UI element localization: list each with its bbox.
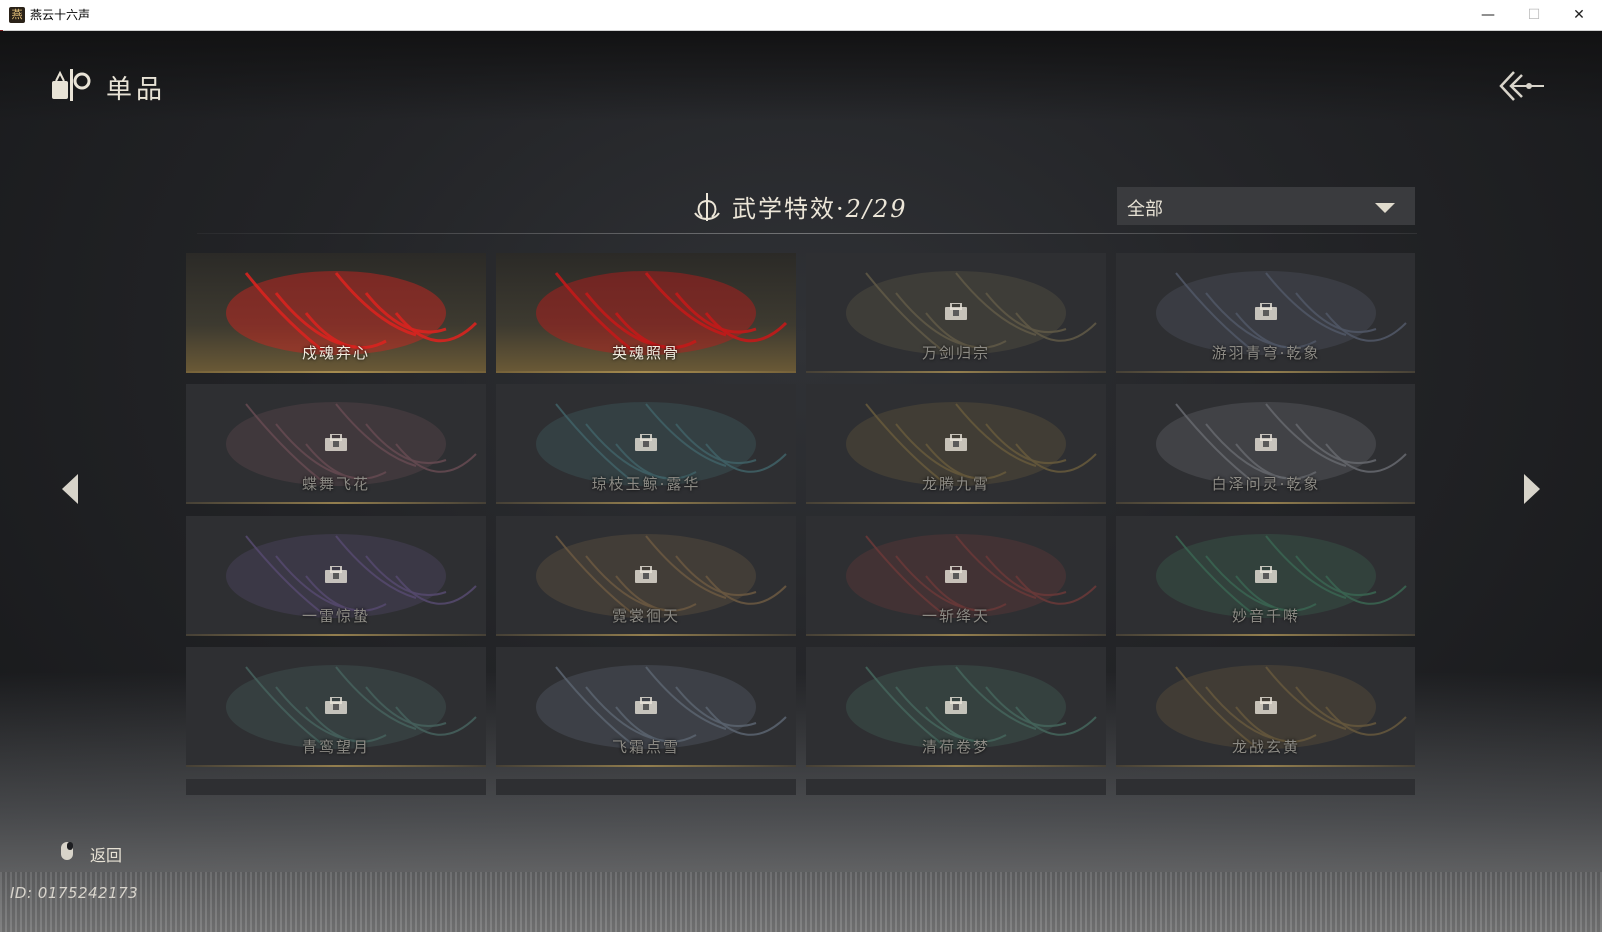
- lock-icon: [1255, 303, 1277, 320]
- lock-icon: [945, 434, 967, 451]
- section-divider: [197, 233, 1417, 234]
- effect-card-name: 一斩绛天: [921, 607, 990, 625]
- lock-icon: [945, 303, 967, 320]
- effect-card-name: 戍魂弃心: [301, 344, 370, 362]
- next-page-arrow-icon[interactable]: [1520, 472, 1544, 506]
- lock-icon: [635, 434, 657, 451]
- window-titlebar: 燕 燕云十六声 — ☐ ✕: [0, 0, 1602, 31]
- effect-card-name: 青鸾望月: [301, 738, 370, 756]
- effect-card-name: 蝶舞飞花: [301, 475, 370, 493]
- back-label: 返回: [90, 846, 123, 865]
- effect-card[interactable]: 游羽青穹·乾象: [1116, 253, 1415, 373]
- effect-card[interactable]: 清荷卷梦: [806, 647, 1106, 767]
- close-button[interactable]: ✕: [1556, 0, 1602, 30]
- effect-card[interactable]: 青鸾望月: [186, 647, 486, 767]
- effect-card[interactable]: 万剑归宗: [806, 253, 1106, 373]
- snow-ground: [0, 872, 1602, 932]
- effect-card[interactable]: 英魂照骨: [496, 253, 796, 373]
- effect-artwork: [806, 779, 1106, 795]
- lock-icon: [1255, 697, 1277, 714]
- effect-card-name: 白泽问灵·乾象: [1211, 475, 1321, 493]
- effect-card[interactable]: 一斩绛天: [806, 516, 1106, 636]
- previous-page-arrow-icon[interactable]: [58, 472, 82, 506]
- page-title: 单品: [106, 75, 167, 105]
- effect-card[interactable]: [806, 779, 1106, 795]
- shop-items-icon: [52, 69, 91, 101]
- effect-card[interactable]: 霓裳徊天: [496, 516, 796, 636]
- effect-card[interactable]: 妙音千啭: [1116, 516, 1415, 636]
- lock-icon: [1255, 434, 1277, 451]
- effect-card-name: 琼枝玉鲸·露华: [591, 475, 701, 493]
- game-viewport: 单品 武学特效·2/29 全部 戍魂弃心 英魂照骨 万剑归宗 游羽青穹·乾象蝶舞飞花 琼…: [0, 31, 1602, 932]
- effect-card[interactable]: 白泽问灵·乾象: [1116, 384, 1415, 504]
- window-title: 燕云十六声: [30, 8, 91, 22]
- lock-icon: [635, 697, 657, 714]
- effect-card[interactable]: 蝶舞飞花: [186, 384, 486, 504]
- effect-card[interactable]: [496, 779, 796, 795]
- app-icon: 燕: [9, 7, 25, 23]
- lock-icon: [945, 697, 967, 714]
- maximize-button[interactable]: ☐: [1511, 0, 1557, 30]
- effect-card[interactable]: 一雷惊蛰: [186, 516, 486, 636]
- effect-card-name: 万剑归宗: [921, 344, 990, 362]
- effect-card-name: 游羽青穹·乾象: [1211, 344, 1321, 362]
- lock-icon: [1255, 566, 1277, 583]
- effect-card-name: 飞霜点雪: [611, 738, 680, 756]
- lock-icon: [325, 566, 347, 583]
- category-filter-dropdown[interactable]: 全部: [1117, 187, 1415, 225]
- effect-card[interactable]: 龙战玄黄: [1116, 647, 1415, 767]
- effect-card[interactable]: 琼枝玉鲸·露华: [496, 384, 796, 504]
- lock-icon: [325, 434, 347, 451]
- effect-card[interactable]: [1116, 779, 1415, 795]
- effects-grid: 戍魂弃心 英魂照骨 万剑归宗 游羽青穹·乾象蝶舞飞花 琼枝玉鲸·露华 龙腾九霄 白泽问灵·乾…: [186, 253, 1415, 795]
- effect-artwork: [1116, 779, 1415, 795]
- section-title-label: 武学特效·: [732, 195, 846, 223]
- effect-card[interactable]: 龙腾九霄: [806, 384, 1106, 504]
- filter-selected-value: 全部: [1127, 199, 1163, 220]
- effect-card-name: 霓裳徊天: [611, 607, 680, 625]
- collection-count: 2/29: [845, 195, 908, 223]
- effect-card-name: 龙战玄黄: [1231, 738, 1300, 756]
- effect-card-name: 龙腾九霄: [921, 475, 990, 493]
- effect-card[interactable]: [186, 779, 486, 795]
- back-arrow-icon[interactable]: [1498, 69, 1546, 103]
- lock-icon: [945, 566, 967, 583]
- player-id: ID: 0175242173: [10, 884, 139, 902]
- effect-card[interactable]: 飞霜点雪: [496, 647, 796, 767]
- effect-card-name: 英魂照骨: [611, 344, 680, 362]
- lotus-emblem-icon: [694, 193, 720, 221]
- mouse-icon: [61, 842, 73, 860]
- effect-artwork: [186, 779, 486, 795]
- chevron-down-icon: [1375, 203, 1395, 213]
- lock-icon: [325, 697, 347, 714]
- effect-card[interactable]: 戍魂弃心: [186, 253, 486, 373]
- effect-card-name: 妙音千啭: [1231, 607, 1300, 625]
- effect-card-name: 一雷惊蛰: [301, 607, 370, 625]
- effect-artwork: [496, 779, 796, 795]
- effect-card-name: 清荷卷梦: [921, 738, 990, 756]
- section-title: 武学特效·2/29: [732, 189, 908, 224]
- lock-icon: [635, 566, 657, 583]
- minimize-button[interactable]: —: [1465, 0, 1511, 30]
